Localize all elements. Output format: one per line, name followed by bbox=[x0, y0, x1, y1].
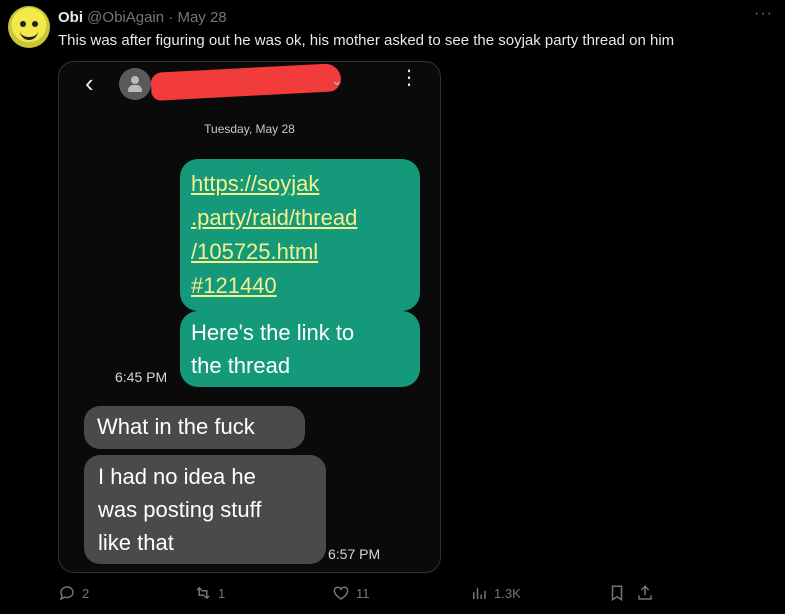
message-line: I had no idea he bbox=[98, 464, 256, 489]
reply-icon bbox=[59, 586, 74, 601]
reply-button[interactable]: 2 bbox=[58, 584, 89, 602]
back-arrow-icon: ‹ bbox=[85, 68, 94, 98]
post-text: This was after figuring out he was ok, h… bbox=[58, 32, 675, 49]
message-line: the thread bbox=[191, 353, 291, 378]
author-name[interactable]: Obi bbox=[58, 9, 83, 26]
outgoing-text-bubble: Here's the link to the thread bbox=[180, 311, 420, 387]
avatar-mouth bbox=[20, 31, 38, 40]
separator-dot: · bbox=[168, 9, 174, 26]
post-media-screenshot[interactable]: ‹ ⌄ ⋮ Tuesday, May 28 https://soyjak .pa… bbox=[58, 61, 441, 573]
message-line: Here's the link to bbox=[191, 320, 355, 345]
link-line: /105725.html bbox=[191, 239, 319, 265]
chat-date-divider: Tuesday, May 28 bbox=[204, 122, 295, 136]
message-line: like that bbox=[98, 530, 174, 555]
more-options-icon[interactable]: ··· bbox=[754, 5, 773, 23]
author-handle[interactable]: @ObiAgain bbox=[87, 9, 164, 26]
like-count: 11 bbox=[356, 585, 370, 601]
incoming-message-bubble: What in the fuck bbox=[84, 406, 305, 449]
bookmark-button[interactable] bbox=[608, 584, 626, 602]
repost-icon bbox=[196, 586, 210, 600]
bookmark-icon bbox=[611, 585, 623, 602]
author-avatar[interactable] bbox=[8, 6, 50, 48]
post-action-bar: 2 1 11 1.3K bbox=[58, 584, 658, 606]
avatar-eye-left bbox=[20, 21, 26, 27]
views-button[interactable]: 1.3K bbox=[470, 584, 521, 602]
share-button[interactable] bbox=[636, 584, 654, 602]
link-line: .party/raid/thread bbox=[191, 205, 358, 231]
outgoing-timestamp: 6:45 PM bbox=[115, 369, 168, 385]
like-button[interactable]: 11 bbox=[332, 584, 370, 602]
post-header: Obi @ObiAgain · May 28 bbox=[58, 9, 227, 26]
phone-chat-header: ‹ ⌄ ⋮ bbox=[59, 62, 440, 108]
incoming-timestamp: 6:57 PM bbox=[328, 546, 381, 562]
share-icon bbox=[638, 585, 652, 600]
link-line: https://soyjak bbox=[191, 171, 320, 196]
contact-avatar-icon bbox=[119, 68, 151, 100]
link-line: #121440 bbox=[191, 273, 277, 299]
kebab-menu-icon: ⋮ bbox=[399, 67, 419, 89]
chevron-down-icon: ⌄ bbox=[331, 72, 343, 88]
incoming-message-bubble: I had no idea he was posting stuff like … bbox=[84, 455, 326, 564]
reply-count: 2 bbox=[82, 585, 90, 601]
repost-button[interactable]: 1 bbox=[194, 584, 225, 602]
repost-count: 1 bbox=[218, 585, 226, 601]
views-chart-icon bbox=[473, 587, 486, 599]
avatar-eye-right bbox=[32, 21, 38, 27]
heart-icon bbox=[333, 586, 349, 600]
outgoing-link-bubble: https://soyjak .party/raid/thread /10572… bbox=[180, 159, 420, 312]
message-line: was posting stuff bbox=[98, 497, 262, 522]
redaction-scribble bbox=[150, 63, 342, 101]
view-count: 1.3K bbox=[494, 585, 521, 601]
post-date[interactable]: May 28 bbox=[177, 9, 226, 26]
